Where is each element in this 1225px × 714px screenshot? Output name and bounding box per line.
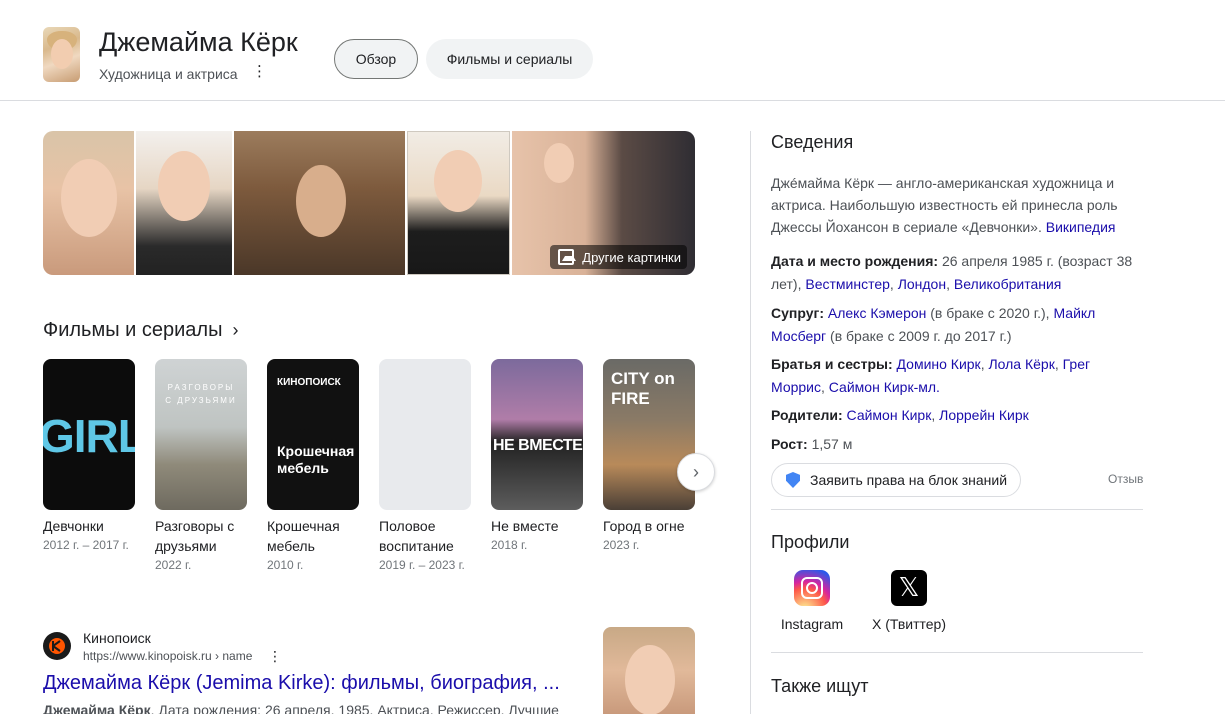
- column-divider: [750, 131, 751, 714]
- fact-spouse: Супруг: Алекс Кэмерон (в браке с 2020 г.…: [771, 302, 1143, 348]
- poster-text: GIRLS: [43, 410, 135, 462]
- sibling-link[interactable]: Домино Кирк: [897, 356, 981, 372]
- film-year: 2022 г.: [155, 558, 192, 572]
- result-thumbnail[interactable]: [603, 627, 695, 714]
- chevron-right-icon: ›: [232, 320, 239, 340]
- fact-label: Братья и сестры:: [771, 356, 893, 372]
- shield-icon: [786, 472, 800, 488]
- fact-label: Супруг:: [771, 305, 824, 321]
- result-snippet: Джемайма Кёрк. Дата рождения: 26 апреля,…: [43, 702, 559, 714]
- film-poster: РАЗГОВОРЫ С ДРУЗЬЯМИ: [155, 359, 247, 510]
- profile-label: X (Твиттер): [872, 616, 946, 632]
- kinopoisk-logo-icon[interactable]: [43, 632, 71, 660]
- birthplace-link[interactable]: Великобритания: [954, 276, 1062, 292]
- film-year: 2010 г.: [267, 558, 304, 572]
- parent-link[interactable]: Саймон Кирк: [847, 407, 932, 423]
- more-images-label: Другие картинки: [582, 249, 681, 265]
- film-title: Не вместе: [491, 518, 559, 534]
- fact-parents: Родители: Саймон Кирк, Лоррейн Кирк: [771, 407, 1029, 423]
- film-poster: НЕ ВМЕСТЕ: [491, 359, 583, 510]
- film-title: Город в огне: [603, 518, 685, 534]
- film-card[interactable]: КИНОПОИСК Крошечная мебель Крошечная меб…: [267, 359, 359, 572]
- more-images-button[interactable]: Другие картинки: [550, 245, 687, 269]
- page-title: Джемайма Кёрк: [99, 27, 298, 57]
- image-strip: Другие картинки: [43, 131, 695, 275]
- film-card[interactable]: Половое воспитание 2019 г. – 2023 г.: [379, 359, 471, 572]
- more-options-icon[interactable]: ⋮: [252, 64, 267, 80]
- result-title-link[interactable]: Джемайма Кёрк (Jemima Kirke): фильмы, би…: [43, 672, 560, 695]
- result-site-name[interactable]: Кинопоиск: [83, 630, 151, 646]
- parent-link[interactable]: Лоррейн Кирк: [939, 407, 1029, 423]
- image-icon: [558, 249, 577, 265]
- fact-value: (в браке с 2020 г.),: [930, 305, 1050, 321]
- divider: [771, 652, 1143, 653]
- film-year: 2019 г. – 2023 г.: [379, 558, 465, 572]
- profiles-title: Профили: [771, 532, 850, 552]
- feedback-link[interactable]: Отзыв: [1108, 472, 1143, 486]
- claim-panel-button[interactable]: Заявить права на блок знаний: [771, 463, 1021, 497]
- profile-label: Instagram: [780, 616, 844, 632]
- fact-label: Рост:: [771, 436, 808, 452]
- profile-x[interactable]: 𝕏 X (Твиттер): [868, 570, 950, 632]
- birthplace-link[interactable]: Вестминстер: [805, 276, 890, 292]
- sibling-link[interactable]: Лола Кёрк: [988, 356, 1054, 372]
- fact-siblings: Братья и сестры: Домино Кирк, Лола Кёрк,…: [771, 356, 1091, 395]
- film-title: Разговоры с друзьями: [155, 518, 235, 554]
- carousel-next-button[interactable]: ›: [677, 453, 715, 491]
- chevron-right-icon: ›: [693, 461, 699, 482]
- more-options-icon[interactable]: ⋮: [268, 648, 282, 665]
- wikipedia-link[interactable]: Википедия: [1046, 219, 1116, 235]
- snippet-text: . Дата рождения: 26 апреля, 1985. Актрис…: [150, 702, 559, 714]
- profile-instagram[interactable]: Instagram: [780, 570, 844, 632]
- poster-text: Крошечная мебель: [277, 443, 355, 476]
- film-card[interactable]: GIRLS Девчонки 2012 г. – 2017 г.: [43, 359, 135, 552]
- knowledge-description: Джéмайма Кёрк — англо-американская худож…: [771, 172, 1143, 238]
- entity-subtitle: Художница и актриса: [99, 66, 238, 82]
- image-thumbnail[interactable]: [407, 131, 510, 275]
- claim-label: Заявить права на блок знаний: [810, 472, 1008, 488]
- fact-value: (в браке с 2009 г. до 2017 г.): [830, 328, 1012, 344]
- divider: [771, 509, 1143, 510]
- fact-value: 1,57 м: [811, 436, 853, 452]
- tab-overview[interactable]: Обзор: [334, 39, 418, 79]
- entity-header: Джемайма Кёрк Художница и актриса ⋮ Обзо…: [0, 0, 1225, 101]
- fact-birth: Дата и место рождения: 26 апреля 1985 г.…: [771, 253, 1133, 292]
- film-card[interactable]: CITY on FIRE Город в огне 2023 г.: [603, 359, 695, 552]
- film-year: 2018 г.: [491, 538, 528, 552]
- also-searched-title: Также ищут: [771, 676, 869, 696]
- result-url[interactable]: https://www.kinopoisk.ru › name: [83, 649, 252, 663]
- film-poster: GIRLS: [43, 359, 135, 510]
- film-poster: CITY on FIRE: [603, 359, 695, 510]
- image-thumbnail[interactable]: [43, 131, 134, 275]
- spouse-link[interactable]: Алекс Кэмерон: [828, 305, 926, 321]
- film-year: 2012 г. – 2017 г.: [43, 538, 129, 552]
- film-title: Крошечная мебель: [267, 518, 340, 554]
- fact-height: Рост: 1,57 м: [771, 433, 1143, 456]
- poster-brand: КИНОПОИСК: [277, 377, 341, 388]
- image-thumbnail[interactable]: [234, 131, 405, 275]
- poster-text: НЕ ВМЕСТЕ: [493, 437, 583, 454]
- film-card[interactable]: НЕ ВМЕСТЕ Не вместе 2018 г.: [491, 359, 583, 552]
- film-card[interactable]: РАЗГОВОРЫ С ДРУЗЬЯМИ Разговоры с друзьям…: [155, 359, 247, 572]
- birthplace-link[interactable]: Лондон: [898, 276, 946, 292]
- tab-films[interactable]: Фильмы и сериалы: [426, 39, 593, 79]
- fact-label: Родители:: [771, 407, 843, 423]
- fact-label: Дата и место рождения:: [771, 253, 939, 269]
- poster-text: CITY on FIRE: [611, 369, 675, 408]
- film-year: 2023 г.: [603, 538, 640, 552]
- avatar[interactable]: [43, 27, 80, 82]
- image-thumbnail[interactable]: [136, 131, 232, 275]
- instagram-icon: [794, 570, 830, 606]
- film-title: Девчонки: [43, 518, 104, 534]
- x-icon: 𝕏: [891, 570, 927, 606]
- snippet-bold: Джемайма Кёрк: [43, 702, 151, 714]
- knowledge-title: Сведения: [771, 132, 854, 152]
- film-title: Половое воспитание: [379, 518, 454, 554]
- films-heading[interactable]: Фильмы и сериалы ›: [43, 319, 238, 342]
- poster-text: РАЗГОВОРЫ С ДРУЗЬЯМИ: [165, 383, 237, 405]
- film-poster: [379, 359, 471, 510]
- sibling-link[interactable]: Саймон Кирк-мл.: [829, 379, 940, 395]
- film-poster: КИНОПОИСК Крошечная мебель: [267, 359, 359, 510]
- films-heading-label: Фильмы и сериалы: [43, 319, 223, 341]
